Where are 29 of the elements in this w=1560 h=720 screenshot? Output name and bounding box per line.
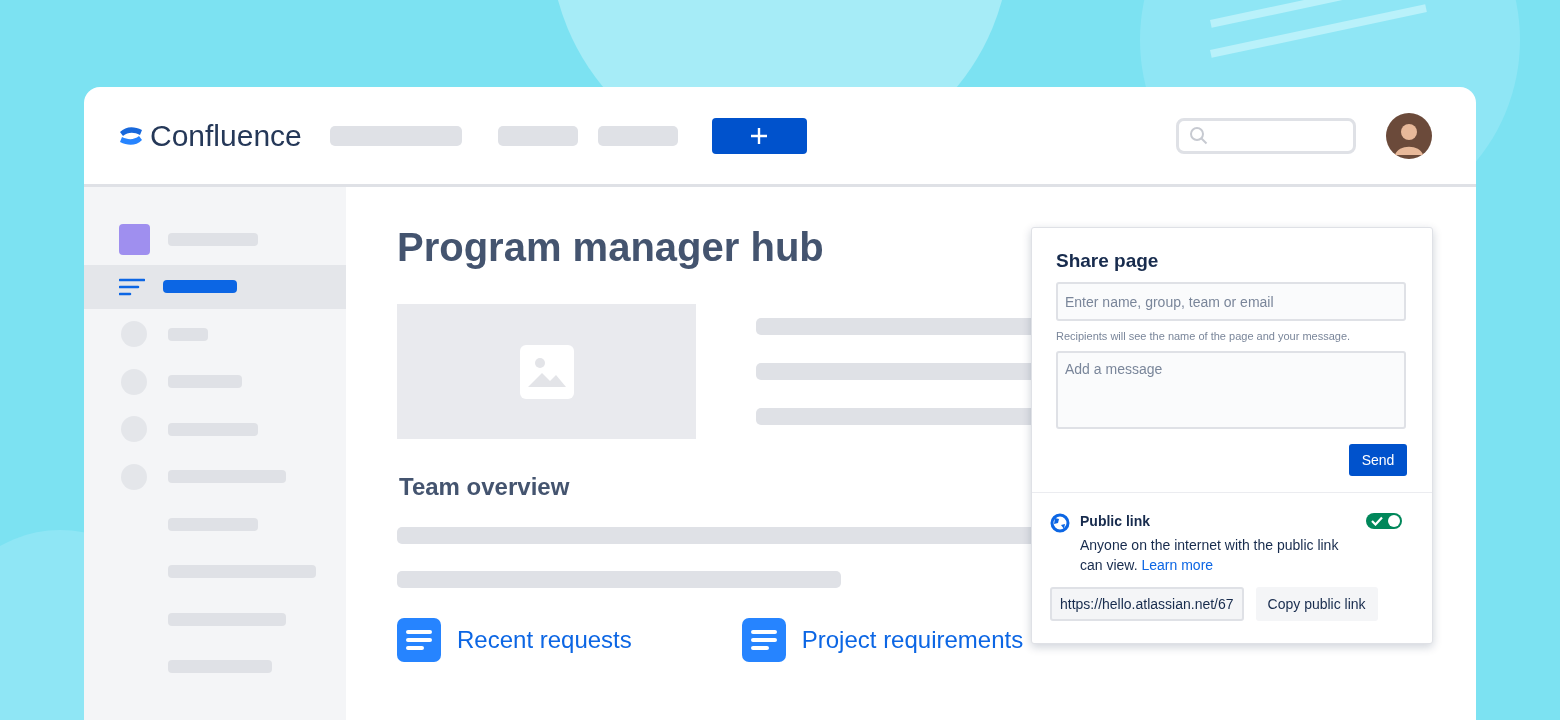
- app-name: Confluence: [150, 118, 302, 153]
- globe-icon: [1050, 513, 1070, 533]
- hint-text: Recipients will see the name of the page and your message.: [1056, 330, 1352, 342]
- search-field[interactable]: [1176, 117, 1356, 154]
- learn-more-link[interactable]: Learn more: [1141, 557, 1214, 573]
- search-icon: [1189, 125, 1209, 146]
- dialog-title: Share page: [1056, 250, 1160, 272]
- message-field[interactable]: Add a message: [1056, 351, 1406, 429]
- toggle-switch[interactable]: [1366, 513, 1402, 529]
- plus-icon: [749, 125, 770, 146]
- document-icon: [397, 618, 441, 662]
- space-icon: [119, 223, 150, 255]
- copy-link-button[interactable]: Copy public link: [1255, 587, 1378, 621]
- url-field[interactable]: https://hello.atlassian.net/67: [1050, 587, 1244, 621]
- sidebar-item[interactable]: [84, 264, 346, 309]
- avatar[interactable]: [1386, 112, 1432, 159]
- send-button[interactable]: Send: [1349, 444, 1407, 476]
- list-icon: [119, 277, 145, 296]
- recipients-field[interactable]: Enter name, group, team or email: [1056, 282, 1406, 321]
- page-link[interactable]: Project requirements: [801, 626, 1024, 654]
- create-button[interactable]: [711, 117, 807, 154]
- image-icon: [519, 344, 574, 399]
- public-link-title: Public link: [1080, 513, 1151, 529]
- public-link-description: Anyone on the internet with the public link can view. Learn more: [1080, 536, 1340, 575]
- page-title: Program manager hub: [397, 225, 824, 270]
- check-icon: [1371, 516, 1383, 526]
- document-icon: [741, 618, 786, 662]
- page-link[interactable]: Recent requests: [457, 626, 632, 654]
- section-title: Team overview: [399, 473, 571, 501]
